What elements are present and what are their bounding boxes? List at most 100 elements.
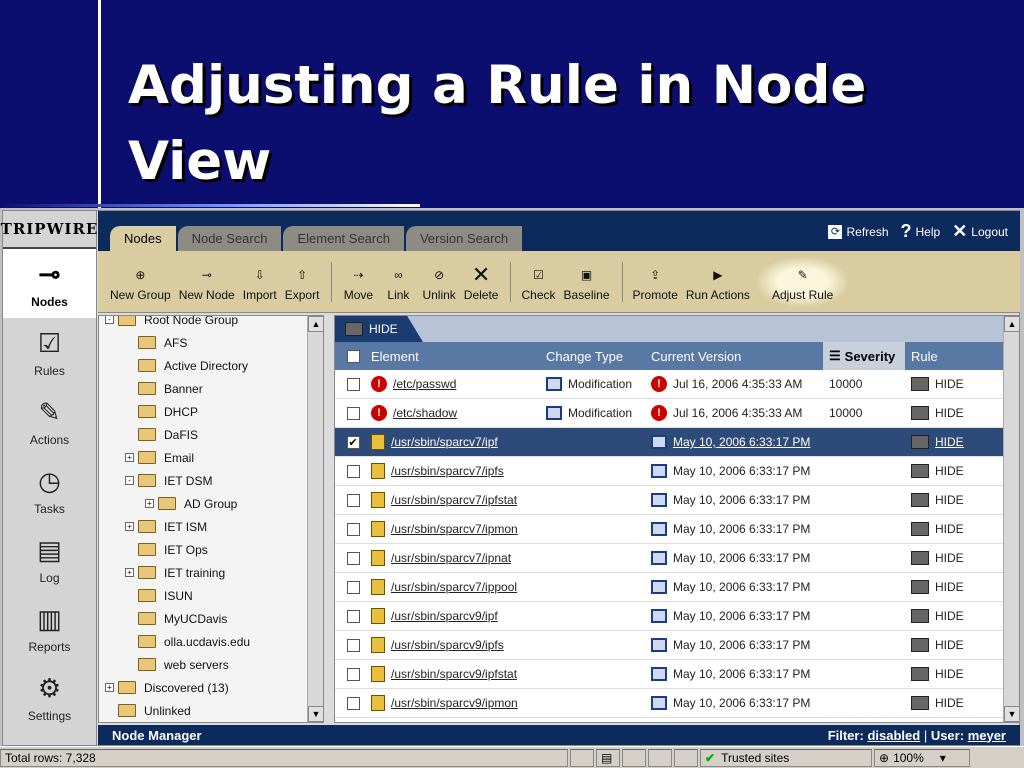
rule-link[interactable]: HIDE bbox=[935, 377, 964, 391]
rule-link[interactable]: HIDE bbox=[935, 667, 964, 681]
element-link[interactable]: /usr/sbin/sparcv9/ipf bbox=[391, 609, 498, 623]
nav-item-log[interactable]: ▤ Log bbox=[3, 525, 96, 594]
table-row[interactable]: /usr/sbin/sparcv9/ipfstat May 10, 2006 6:… bbox=[335, 660, 1019, 689]
rule-link[interactable]: HIDE bbox=[935, 493, 964, 507]
header-element[interactable]: Element bbox=[371, 349, 546, 364]
row-checkbox[interactable] bbox=[346, 667, 360, 681]
tree-root[interactable]: - Root Node Group bbox=[99, 316, 309, 331]
table-row[interactable]: /usr/sbin/sparcv7/ipmon May 10, 2006 6:33… bbox=[335, 515, 1019, 544]
element-link[interactable]: /usr/sbin/sparcv7/ipf bbox=[391, 435, 498, 449]
version-link[interactable]: May 10, 2006 6:33:17 PM bbox=[673, 522, 810, 536]
version-link[interactable]: May 10, 2006 6:33:17 PM bbox=[673, 638, 810, 652]
nav-item-reports[interactable]: ▥ Reports bbox=[3, 594, 96, 663]
element-link[interactable]: /usr/sbin/sparcv9/ipmon bbox=[391, 696, 518, 710]
tree-item[interactable]: olla.ucdavis.edu bbox=[99, 630, 309, 653]
collapse-icon[interactable]: - bbox=[125, 476, 134, 485]
promote-button[interactable]: ⇪ Promote bbox=[633, 262, 678, 302]
table-row[interactable]: /usr/sbin/sparcv7/ipfstat May 10, 2006 6:… bbox=[335, 486, 1019, 515]
table-row[interactable]: /usr/sbin/sparcv7/ipnat May 10, 2006 6:33… bbox=[335, 544, 1019, 573]
tree-item[interactable]: Unlinked bbox=[99, 699, 309, 722]
version-link[interactable]: May 10, 2006 6:33:17 PM bbox=[673, 464, 810, 478]
version-link[interactable]: May 10, 2006 6:33:17 PM bbox=[673, 551, 810, 565]
element-link[interactable]: /usr/sbin/sparcv9/ipfs bbox=[391, 638, 504, 652]
expand-icon[interactable]: + bbox=[125, 453, 134, 462]
filter-value-link[interactable]: disabled bbox=[867, 728, 920, 743]
row-checkbox[interactable] bbox=[346, 696, 360, 710]
adjust-rule-button[interactable]: ✎ Adjust Rule bbox=[757, 257, 848, 306]
tab-element-search[interactable]: Element Search bbox=[283, 226, 404, 251]
rule-link[interactable]: HIDE bbox=[935, 522, 964, 536]
scroll-down-icon[interactable]: ▼ bbox=[308, 706, 323, 722]
collapse-icon[interactable]: - bbox=[105, 316, 114, 324]
version-link[interactable]: May 10, 2006 6:33:17 PM bbox=[673, 667, 810, 681]
check-button[interactable]: ☑ Check bbox=[521, 262, 555, 302]
element-link[interactable]: /etc/shadow bbox=[393, 406, 457, 420]
row-checkbox[interactable]: ✔ bbox=[346, 435, 360, 449]
rule-link[interactable]: HIDE bbox=[935, 609, 964, 623]
tree-item[interactable]: + Email bbox=[99, 446, 309, 469]
nav-item-settings[interactable]: ⚙ Settings bbox=[3, 663, 96, 732]
row-checkbox[interactable] bbox=[346, 609, 360, 623]
tab-nodes[interactable]: Nodes bbox=[110, 226, 176, 251]
rule-link[interactable]: HIDE bbox=[935, 435, 964, 449]
header-rule[interactable]: Rule bbox=[905, 349, 985, 364]
tree-item[interactable]: MyUCDavis bbox=[99, 607, 309, 630]
tree-item[interactable]: DHCP bbox=[99, 400, 309, 423]
tree-item[interactable]: Active Directory bbox=[99, 354, 309, 377]
tree-item[interactable]: AFS bbox=[99, 331, 309, 354]
row-checkbox[interactable] bbox=[346, 522, 360, 536]
element-link[interactable]: /usr/sbin/sparcv7/ipfstat bbox=[391, 493, 517, 507]
element-link[interactable]: /usr/sbin/sparcv9/ipfstat bbox=[391, 667, 517, 681]
move-button[interactable]: ⇢ Move bbox=[342, 262, 374, 302]
rule-link[interactable]: HIDE bbox=[935, 580, 964, 594]
rule-link[interactable]: HIDE bbox=[935, 638, 964, 652]
tree-item[interactable]: ISUN bbox=[99, 584, 309, 607]
rule-link[interactable]: HIDE bbox=[935, 406, 964, 420]
version-link[interactable]: May 10, 2006 6:33:17 PM bbox=[673, 696, 810, 710]
table-row[interactable]: /usr/sbin/sparcv9/ipf May 10, 2006 6:33:1… bbox=[335, 602, 1019, 631]
delete-button[interactable]: ✕ Delete bbox=[464, 262, 499, 302]
tree-scrollbar[interactable]: ▲ ▼ bbox=[307, 316, 323, 722]
select-all-checkbox[interactable] bbox=[346, 349, 360, 363]
element-link[interactable]: /usr/sbin/sparcv7/ippool bbox=[391, 580, 517, 594]
tree-item[interactable]: Banner bbox=[99, 377, 309, 400]
logout-link[interactable]: ✕ Logout bbox=[952, 221, 1008, 242]
grid-tab-hide[interactable]: HIDE bbox=[335, 316, 423, 342]
scroll-down-icon[interactable]: ▼ bbox=[1004, 706, 1019, 722]
expand-icon[interactable]: + bbox=[105, 683, 114, 692]
baseline-button[interactable]: ▣ Baseline bbox=[564, 262, 610, 302]
element-link[interactable]: /etc/passwd bbox=[393, 377, 456, 391]
table-row[interactable]: ! /etc/shadow Modification! Jul 16, 2006 4:… bbox=[335, 399, 1019, 428]
export-button[interactable]: ⇧ Export bbox=[285, 262, 320, 302]
refresh-link[interactable]: ⟳ Refresh bbox=[828, 221, 889, 242]
row-checkbox[interactable] bbox=[346, 377, 360, 391]
rule-link[interactable]: HIDE bbox=[935, 696, 964, 710]
row-checkbox[interactable] bbox=[346, 551, 360, 565]
grid-scrollbar[interactable]: ▲ ▼ bbox=[1003, 316, 1019, 722]
tree-item[interactable]: IET Ops bbox=[99, 538, 309, 561]
table-row[interactable]: /usr/sbin/sparcv9/ipmon May 10, 2006 6:33… bbox=[335, 689, 1019, 718]
row-checkbox[interactable] bbox=[346, 638, 360, 652]
table-row[interactable]: ! /etc/passwd Modification! Jul 16, 2006 4:… bbox=[335, 370, 1019, 399]
element-link[interactable]: /usr/sbin/sparcv7/ipmon bbox=[391, 522, 518, 536]
version-link[interactable]: May 10, 2006 6:33:17 PM bbox=[673, 609, 810, 623]
run-actions-button[interactable]: ▶ Run Actions bbox=[686, 262, 750, 302]
version-link[interactable]: Jul 16, 2006 4:35:33 AM bbox=[673, 377, 802, 391]
tree-item[interactable]: + IET ISM bbox=[99, 515, 309, 538]
import-button[interactable]: ⇩ Import bbox=[243, 262, 277, 302]
version-link[interactable]: May 10, 2006 6:33:17 PM bbox=[673, 435, 810, 449]
row-checkbox[interactable] bbox=[346, 493, 360, 507]
table-row[interactable]: /usr/sbin/sparcv9/ipfs May 10, 2006 6:33:… bbox=[335, 631, 1019, 660]
user-value-link[interactable]: meyer bbox=[968, 728, 1006, 743]
row-checkbox[interactable] bbox=[346, 406, 360, 420]
tree-item[interactable]: DaFIS bbox=[99, 423, 309, 446]
tree-item[interactable]: + IET training bbox=[99, 561, 309, 584]
link-button[interactable]: ∞ Link bbox=[382, 262, 414, 302]
version-link[interactable]: May 10, 2006 6:33:17 PM bbox=[673, 493, 810, 507]
table-row[interactable]: ✔ /usr/sbin/sparcv7/ipf May 10, 2006 6:33:… bbox=[335, 428, 1019, 457]
new-group-button[interactable]: ⊕ New Group bbox=[110, 262, 171, 302]
header-current-version[interactable]: Current Version bbox=[651, 349, 823, 364]
tree-item[interactable]: + AD Group bbox=[99, 492, 309, 515]
element-link[interactable]: /usr/sbin/sparcv7/ipnat bbox=[391, 551, 511, 565]
tab-node-search[interactable]: Node Search bbox=[177, 226, 282, 251]
